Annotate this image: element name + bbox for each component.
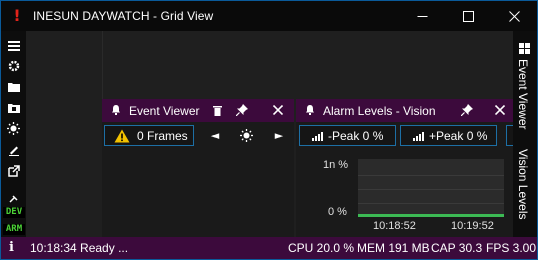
edit-icon[interactable] (6, 142, 21, 157)
fps-counter: FPS 3.00 (486, 241, 537, 255)
pos-peak-button[interactable]: +Peak 0 % (400, 125, 497, 146)
close-panel-icon[interactable] (493, 103, 507, 117)
bell-icon (111, 104, 123, 118)
title-bar[interactable]: ! INESUN DAYWATCH - Grid View (1, 1, 537, 31)
dock-icon[interactable] (519, 39, 531, 54)
left-toolbar: DEV ARM (1, 31, 26, 237)
grid-line (358, 175, 504, 176)
right-tab-strip: Event Viewer Vision Levels (513, 31, 537, 237)
pin-icon[interactable] (460, 103, 474, 117)
event-viewer-toolbar: 0 Frames ◄ ► (102, 122, 294, 149)
x-tick-label: 10:19:52 (451, 220, 494, 232)
close-button[interactable] (491, 1, 537, 31)
memory-usage: MEM 191 MB (357, 241, 430, 255)
minimize-button[interactable] (399, 1, 445, 31)
frames-label: 0 Frames (137, 128, 188, 143)
info-icon[interactable]: i (9, 240, 14, 255)
maximize-button[interactable] (445, 1, 491, 31)
vision-levels-chart: 1n % 0 % 10:18:52 10:19:52 (296, 149, 513, 237)
series-line (358, 214, 504, 217)
app-window: ! INESUN DAYWATCH - Grid View DEV ARM Ev… (0, 0, 538, 260)
neg-peak-label: -Peak 0 % (328, 128, 384, 143)
cpu-usage: CPU 20.0 % (288, 241, 355, 255)
chart-plot-area (358, 159, 504, 217)
arm-tag: ARM (3, 224, 25, 235)
pos-peak-label: +Peak 0 % (429, 128, 488, 143)
settings-icon[interactable] (6, 58, 21, 73)
external-link-icon[interactable] (6, 163, 21, 178)
close-panel-icon[interactable] (271, 103, 285, 117)
status-bar: i 10:18:34 Ready ... CPU 20.0 % MEM 191 … (1, 237, 537, 259)
save-folder-icon[interactable] (6, 100, 21, 115)
pin-icon[interactable] (235, 103, 249, 117)
capture-rate: CAP 30.3 (431, 241, 483, 255)
next-button[interactable]: ► (272, 125, 286, 146)
tab-event-viewer[interactable]: Event Viewer (516, 59, 530, 129)
alarm-levels-toolbar: -Peak 0 % +Peak 0 % (296, 122, 513, 149)
y-tick-label: 1n % (323, 159, 349, 171)
signal-bars-icon (312, 131, 324, 141)
dev-tag: DEV (3, 207, 25, 218)
brightness-toggle[interactable] (238, 125, 254, 146)
alarm-levels-title: Alarm Levels - Vision (323, 103, 436, 118)
bell-icon (305, 104, 317, 118)
tools-icon[interactable] (6, 194, 21, 204)
grid-view: Event Viewer 0 Frames ◄ ► Alarm Levels -… (26, 31, 513, 237)
event-viewer-panel: Event Viewer 0 Frames ◄ ► (102, 99, 294, 237)
sun-icon (239, 129, 253, 142)
status-message: 10:18:34 Ready ... (30, 241, 129, 255)
window-controls (399, 1, 537, 31)
brightness-icon[interactable] (6, 121, 21, 136)
alarm-levels-panel: Alarm Levels - Vision -Peak 0 % +Peak 0 … (296, 99, 513, 237)
prev-button[interactable]: ◄ (208, 125, 222, 146)
grid-line (358, 203, 504, 204)
warning-icon (114, 129, 130, 143)
x-tick-label: 10:18:52 (373, 220, 416, 232)
y-tick-label: 0 % (328, 206, 347, 218)
grid-line (358, 189, 504, 190)
trash-icon[interactable] (210, 103, 224, 117)
minimize-icon (417, 15, 427, 17)
alarm-levels-header[interactable]: Alarm Levels - Vision (296, 99, 513, 122)
close-icon (508, 10, 520, 22)
folder-icon[interactable] (6, 79, 21, 94)
neg-peak-button[interactable]: -Peak 0 % (299, 125, 396, 146)
exclamation-icon: ! (13, 6, 21, 25)
maximize-icon (462, 10, 474, 22)
tab-vision-levels[interactable]: Vision Levels (516, 149, 530, 220)
event-viewer-header[interactable]: Event Viewer (102, 99, 294, 122)
frames-button[interactable]: 0 Frames (104, 125, 194, 146)
event-viewer-title: Event Viewer (129, 103, 200, 118)
menu-icon[interactable] (6, 38, 21, 53)
signal-bars-icon (413, 131, 425, 141)
window-title: INESUN DAYWATCH - Grid View (33, 9, 214, 23)
overflow-button[interactable] (506, 125, 513, 146)
